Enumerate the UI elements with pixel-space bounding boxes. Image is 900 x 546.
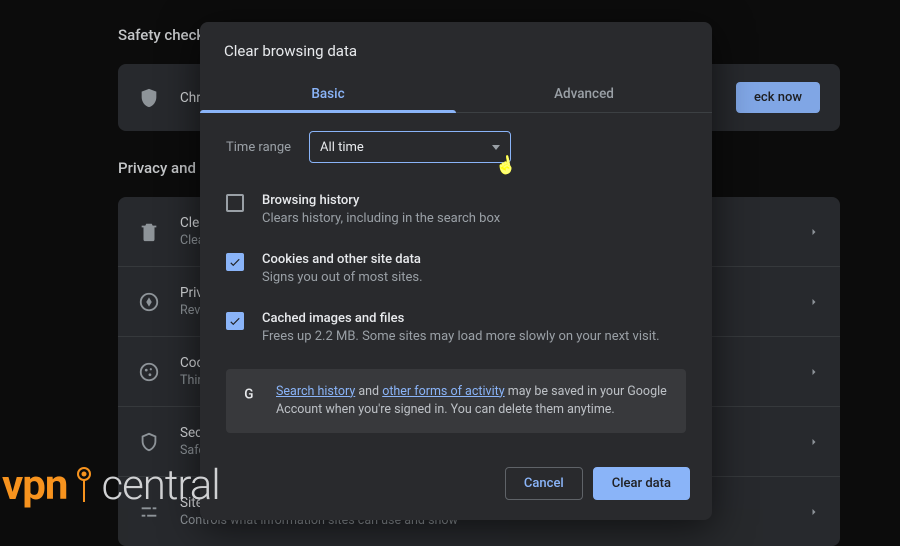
- search-history-link[interactable]: Search history: [276, 384, 355, 399]
- trash-icon: [138, 221, 160, 243]
- option-cookies[interactable]: Cookies and other site data Signs you ou…: [226, 244, 686, 303]
- mouse-cursor-icon: [493, 154, 517, 177]
- google-logo-icon: G: [242, 385, 260, 403]
- time-range-label: Time range: [226, 140, 291, 155]
- svg-text:G: G: [244, 386, 253, 402]
- chevron-right-icon: [808, 436, 820, 448]
- chevron-right-icon: [808, 506, 820, 518]
- compass-icon: [138, 291, 160, 313]
- time-range-select[interactable]: All time: [309, 131, 511, 163]
- chevron-right-icon: [808, 226, 820, 238]
- tab-basic[interactable]: Basic: [200, 74, 456, 112]
- info-text: Search history and other forms of activi…: [276, 383, 670, 419]
- checkbox-cookies[interactable]: [226, 253, 244, 271]
- option-cached[interactable]: Cached images and files Frees up 2.2 MB.…: [226, 303, 686, 362]
- cookie-icon: [138, 361, 160, 383]
- time-range-value: All time: [320, 140, 364, 155]
- clear-data-button[interactable]: Clear data: [593, 467, 690, 500]
- other-activity-link[interactable]: other forms of activity: [382, 384, 504, 399]
- checkbox-cached[interactable]: [226, 312, 244, 330]
- check-now-button[interactable]: eck now: [736, 82, 820, 113]
- clear-browsing-data-dialog: Clear browsing data Basic Advanced Time …: [200, 22, 712, 520]
- option-browsing-history[interactable]: Browsing history Clears history, includi…: [226, 185, 686, 244]
- google-account-info: G Search history and other forms of acti…: [226, 369, 686, 433]
- chevron-right-icon: [808, 296, 820, 308]
- chevron-right-icon: [808, 366, 820, 378]
- dialog-tabs: Basic Advanced: [200, 74, 712, 113]
- dialog-title: Clear browsing data: [224, 42, 688, 60]
- cancel-button[interactable]: Cancel: [505, 467, 583, 500]
- sliders-icon: [138, 501, 160, 523]
- caret-down-icon: [492, 145, 500, 150]
- checkbox-browsing-history[interactable]: [226, 194, 244, 212]
- shield-icon: [138, 87, 160, 109]
- tab-advanced[interactable]: Advanced: [456, 74, 712, 112]
- shield-outline-icon: [138, 431, 160, 453]
